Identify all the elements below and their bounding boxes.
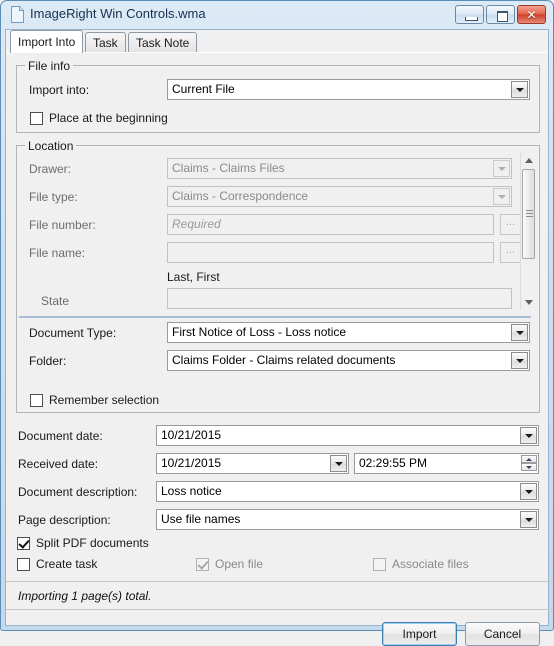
- document-type-combo[interactable]: First Notice of Loss - Loss notice: [167, 322, 530, 343]
- title-bar: ImageRight Win Controls.wma ✕: [1, 1, 553, 29]
- document-icon: [11, 6, 24, 23]
- open-file-label: Open file: [215, 557, 264, 571]
- maximize-icon: [497, 11, 508, 22]
- tab-label: Task: [93, 35, 118, 50]
- import-button[interactable]: Import: [382, 622, 457, 646]
- drawer-label: Drawer:: [29, 162, 72, 176]
- received-time-value: 02:29:55 PM: [359, 456, 428, 470]
- associate-files-label: Associate files: [392, 557, 469, 571]
- chevron-down-icon: [493, 160, 510, 177]
- tab-page-import-into: File info Import into: Current File Plac…: [6, 52, 552, 646]
- chevron-down-icon[interactable]: [520, 483, 537, 500]
- cancel-button-label: Cancel: [483, 627, 522, 641]
- folder-value: Claims Folder - Claims related documents: [172, 353, 396, 367]
- file-name-browse-button[interactable]: ...: [500, 242, 521, 263]
- checkbox-box: [17, 537, 30, 550]
- spinner-icon[interactable]: [521, 455, 537, 472]
- checkbox-box: [196, 558, 209, 571]
- state-input[interactable]: [167, 288, 512, 309]
- import-button-label: Import: [402, 627, 437, 641]
- status-text: Importing 1 page(s) total.: [18, 589, 152, 603]
- remember-selection-label: Remember selection: [49, 393, 160, 407]
- tab-strip: Import Into Task Task Note: [6, 30, 548, 53]
- file-type-combo: Claims - Correspondence: [167, 186, 512, 207]
- split-pdf-label: Split PDF documents: [36, 536, 149, 550]
- document-date-value: 10/21/2015: [161, 428, 222, 442]
- place-at-beginning-label: Place at the beginning: [49, 111, 168, 125]
- checkbox-box: [30, 394, 43, 407]
- checkbox-box: [30, 112, 43, 125]
- received-date-picker[interactable]: 10/21/2015: [156, 453, 349, 474]
- received-date-value: 10/21/2015: [161, 456, 222, 470]
- maximize-button[interactable]: [486, 5, 515, 24]
- chevron-down-icon[interactable]: [511, 324, 528, 341]
- tab-task-note[interactable]: Task Note: [128, 32, 198, 52]
- drawer-combo: Claims - Claims Files: [167, 158, 512, 179]
- file-type-value: Claims - Correspondence: [172, 189, 309, 203]
- location-scrollbar[interactable]: [520, 152, 536, 310]
- status-divider: [6, 581, 552, 582]
- minimize-button[interactable]: [455, 5, 484, 24]
- page-description-label: Page description:: [18, 513, 111, 527]
- document-description-label: Document description:: [18, 485, 138, 499]
- chevron-down-icon[interactable]: [330, 455, 347, 472]
- scroll-down-icon[interactable]: [521, 294, 537, 310]
- grip-icon: [526, 210, 533, 218]
- name-format-hint: Last, First: [167, 270, 220, 284]
- spinner-up-icon[interactable]: [521, 455, 537, 463]
- file-number-browse-button[interactable]: ...: [500, 214, 521, 235]
- document-date-picker[interactable]: 10/21/2015: [156, 425, 539, 446]
- chevron-down-icon[interactable]: [520, 511, 537, 528]
- checkbox-box: [373, 558, 386, 571]
- cancel-button[interactable]: Cancel: [465, 622, 540, 646]
- scrollbar-thumb[interactable]: [522, 169, 535, 259]
- page-description-value: Use file names: [161, 512, 241, 526]
- document-date-label: Document date:: [18, 429, 103, 443]
- close-icon: ✕: [526, 7, 537, 22]
- chevron-down-icon[interactable]: [520, 427, 537, 444]
- state-label: State: [41, 294, 70, 308]
- close-button[interactable]: ✕: [517, 5, 546, 24]
- minimize-icon: [465, 17, 478, 21]
- tab-import-into[interactable]: Import Into: [10, 30, 84, 53]
- document-description-combo[interactable]: Loss notice: [156, 481, 539, 502]
- file-number-label: File number:: [29, 218, 96, 232]
- chevron-down-icon: [493, 188, 510, 205]
- received-time-spinner[interactable]: 02:29:55 PM: [354, 453, 539, 474]
- section-separator: [19, 316, 531, 318]
- import-into-label: Import into:: [29, 83, 90, 97]
- window-title: ImageRight Win Controls.wma: [30, 6, 206, 21]
- import-into-combo[interactable]: Current File: [167, 79, 530, 100]
- tab-label: Import Into: [18, 35, 76, 49]
- scroll-up-icon[interactable]: [521, 152, 537, 168]
- file-number-input[interactable]: Required: [167, 214, 494, 235]
- file-name-label: File name:: [29, 246, 86, 260]
- chevron-down-icon[interactable]: [511, 81, 528, 98]
- tab-task[interactable]: Task: [85, 32, 126, 52]
- location-group: Location Drawer: Claims - Claims Files F…: [16, 139, 540, 413]
- document-type-label: Document Type:: [29, 326, 117, 340]
- folder-combo[interactable]: Claims Folder - Claims related documents: [167, 350, 530, 371]
- spinner-down-icon[interactable]: [521, 463, 537, 471]
- document-type-value: First Notice of Loss - Loss notice: [172, 325, 347, 339]
- folder-label: Folder:: [29, 354, 67, 368]
- location-group-title: Location: [25, 139, 77, 153]
- footer-divider: [6, 609, 552, 610]
- import-dialog-window: ImageRight Win Controls.wma ✕ Import Int…: [0, 0, 554, 646]
- tab-label: Task Note: [136, 35, 190, 50]
- chevron-down-icon[interactable]: [511, 352, 528, 369]
- window-controls: ✕: [455, 5, 546, 24]
- drawer-value: Claims - Claims Files: [172, 161, 285, 175]
- dialog-client-area: Import Into Task Task Note File info Imp…: [5, 29, 552, 646]
- file-info-group: File info Import into: Current File Plac…: [16, 59, 540, 133]
- file-type-label: File type:: [29, 190, 78, 204]
- page-description-combo[interactable]: Use file names: [156, 509, 539, 530]
- create-task-label: Create task: [36, 557, 98, 571]
- document-description-value: Loss notice: [161, 484, 222, 498]
- received-date-label: Received date:: [18, 457, 99, 471]
- import-into-value: Current File: [172, 82, 235, 96]
- file-name-input[interactable]: [167, 242, 494, 263]
- file-info-group-title: File info: [25, 59, 74, 73]
- checkbox-box: [17, 558, 30, 571]
